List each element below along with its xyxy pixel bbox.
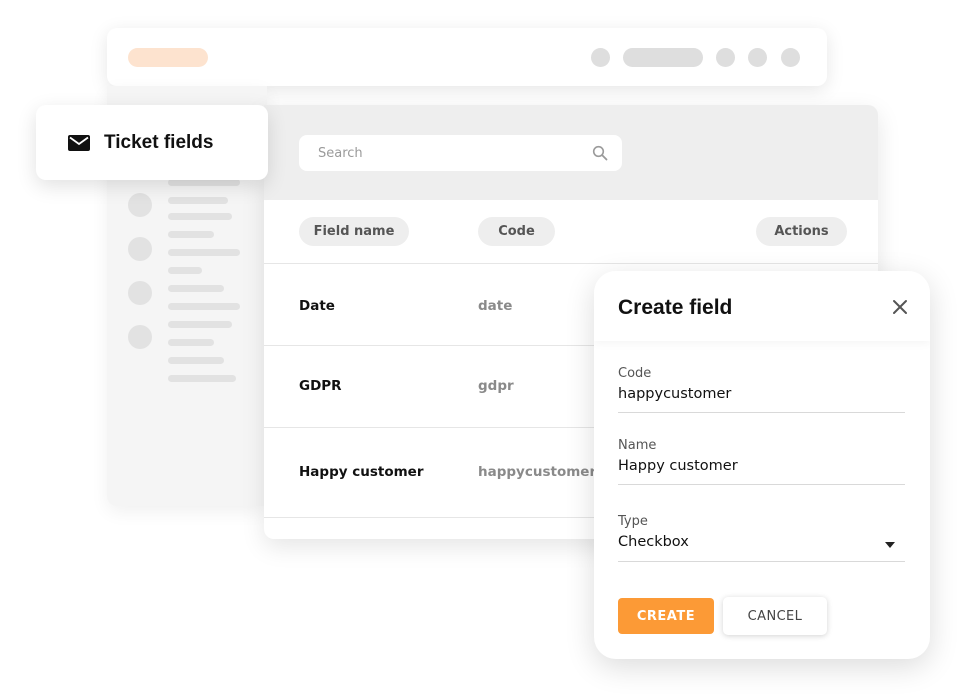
skeleton-line	[168, 249, 240, 256]
search-input[interactable]	[318, 145, 592, 161]
skeleton-avatar	[128, 325, 152, 349]
toolbar-dot	[716, 48, 735, 67]
create-button[interactable]: CREATE	[618, 598, 714, 634]
toolbar-dot	[781, 48, 800, 67]
close-button[interactable]	[888, 295, 912, 319]
create-field-dialog: Create field Code Name Type Checkbox CRE…	[594, 271, 930, 659]
cancel-button[interactable]: CANCEL	[723, 597, 827, 635]
code-field-label: Code	[618, 366, 652, 381]
field-name-cell: Date	[299, 298, 335, 314]
skeleton-line	[168, 231, 214, 238]
skeleton-line	[168, 179, 240, 186]
toolbar-pill-placeholder	[623, 48, 703, 67]
logo-placeholder	[128, 48, 208, 67]
field-code-cell: gdpr	[478, 378, 514, 394]
name-field-label: Name	[618, 438, 657, 453]
skeleton-avatar	[128, 237, 152, 261]
type-select[interactable]: Checkbox	[618, 534, 905, 550]
browser-toolbar	[107, 28, 827, 86]
skeleton-line	[168, 339, 214, 346]
dialog-title: Create field	[618, 296, 733, 319]
type-field-label: Type	[618, 514, 648, 529]
name-field[interactable]	[618, 458, 905, 474]
field-name-cell: GDPR	[299, 378, 342, 394]
search-box[interactable]	[299, 135, 622, 171]
skeleton-line	[168, 303, 240, 310]
search-icon[interactable]	[592, 145, 608, 161]
code-field[interactable]	[618, 386, 905, 402]
skeleton-line	[168, 375, 236, 382]
ticket-fields-title: Ticket fields	[104, 131, 214, 153]
caret-down-icon[interactable]	[884, 541, 896, 549]
skeleton-line	[168, 357, 224, 364]
skeleton-avatar	[128, 193, 152, 217]
skeleton-line	[168, 321, 232, 328]
column-header-actions: Actions	[756, 217, 847, 246]
column-header-code[interactable]: Code	[478, 217, 555, 246]
row-divider	[264, 263, 878, 264]
close-icon[interactable]	[892, 299, 908, 315]
skeleton-line	[168, 267, 202, 274]
toolbar-dot	[748, 48, 767, 67]
skeleton-avatar	[128, 281, 152, 305]
field-code-cell: date	[478, 298, 513, 314]
envelope-icon	[68, 134, 90, 151]
panel-header	[264, 105, 878, 200]
code-field-underline	[618, 412, 905, 413]
skeleton-line	[168, 285, 224, 292]
skeleton-line	[168, 213, 232, 220]
ticket-fields-card[interactable]: Ticket fields	[36, 105, 268, 180]
skeleton-line	[168, 197, 228, 204]
toolbar-dot	[591, 48, 610, 67]
type-field-underline	[618, 561, 905, 562]
dialog-header: Create field	[594, 271, 930, 341]
column-header-field-name[interactable]: Field name	[299, 217, 409, 246]
field-code-cell: happycustomer	[478, 464, 597, 480]
name-field-underline	[618, 484, 905, 485]
field-name-cell: Happy customer	[299, 464, 424, 480]
